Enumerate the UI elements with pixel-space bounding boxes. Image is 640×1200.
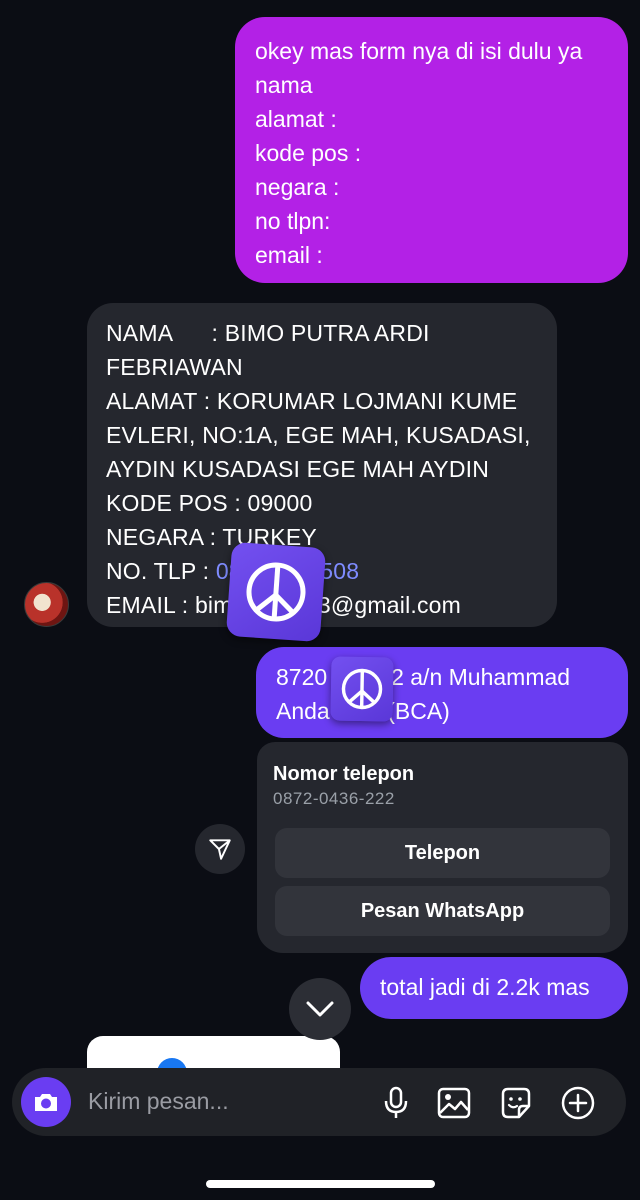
message-line: nama <box>255 72 313 98</box>
camera-button[interactable] <box>21 1077 71 1127</box>
form-nama-line: FEBRIAWAN <box>106 354 243 380</box>
phone-card-number: 0872-0436-222 <box>273 789 395 808</box>
sticker-icon[interactable] <box>497 1084 535 1122</box>
message-composer <box>12 1068 626 1136</box>
call-button[interactable]: Telepon <box>275 828 610 878</box>
form-alamat-line: ALAMAT : KORUMAR LOJMANI KUME <box>106 388 518 414</box>
message-line: kode pos : <box>255 140 362 166</box>
form-tlp-label: NO. TLP : <box>106 558 216 584</box>
message-line: no tlpn: <box>255 208 331 234</box>
outgoing-message-total[interactable]: total jadi di 2.2k mas <box>360 957 628 1019</box>
avatar[interactable] <box>24 582 69 627</box>
message-line: okey mas form nya di isi dulu ya <box>255 38 583 64</box>
peace-sign-glyph <box>246 562 306 622</box>
message-line: email : <box>255 242 323 268</box>
form-kode-pos: KODE POS : 09000 <box>106 490 313 516</box>
message-line: alamat : <box>255 106 337 132</box>
peace-sign-icon <box>225 541 327 643</box>
form-alamat-line: AYDIN KUSADASI EGE MAH AYDIN <box>106 456 490 482</box>
peace-sign-glyph <box>341 668 383 710</box>
form-nama-line: NAMA : BIMO PUTRA ARDI <box>106 320 430 346</box>
phone-number-card: Nomor telepon 0872-0436-222 Telepon Pesa… <box>257 742 628 953</box>
message-line: 8720 22 a/n Muhammad <box>276 664 571 690</box>
microphone-icon[interactable] <box>377 1084 415 1122</box>
camera-icon <box>35 1094 57 1111</box>
message-line: total jadi di 2.2k mas <box>380 974 590 1000</box>
send-icon <box>209 839 231 860</box>
chevron-down-icon <box>306 1001 334 1017</box>
form-negara: NEGARA : TURKEY <box>106 524 317 550</box>
share-button[interactable] <box>195 824 245 874</box>
whatsapp-message-button[interactable]: Pesan WhatsApp <box>275 886 610 936</box>
outgoing-message-form-request[interactable]: okey mas form nya di isi dulu ya nama al… <box>235 17 628 283</box>
phone-card-title: Nomor telepon <box>273 763 415 785</box>
gallery-icon[interactable] <box>435 1084 473 1122</box>
home-indicator[interactable] <box>206 1180 435 1188</box>
form-alamat-line: EVLERI, NO:1A, EGE MAH, KUSADASI, <box>106 422 531 448</box>
message-line: Anda (BCA) <box>276 698 450 724</box>
peace-sign-icon <box>330 656 394 722</box>
outgoing-message-account-info[interactable]: 8720 22 a/n Muhammad Anda (BCA) <box>256 647 628 738</box>
message-line: negara : <box>255 174 340 200</box>
plus-circle-icon[interactable] <box>559 1084 597 1122</box>
scroll-to-bottom-button[interactable] <box>289 978 351 1040</box>
message-input[interactable] <box>88 1088 368 1115</box>
